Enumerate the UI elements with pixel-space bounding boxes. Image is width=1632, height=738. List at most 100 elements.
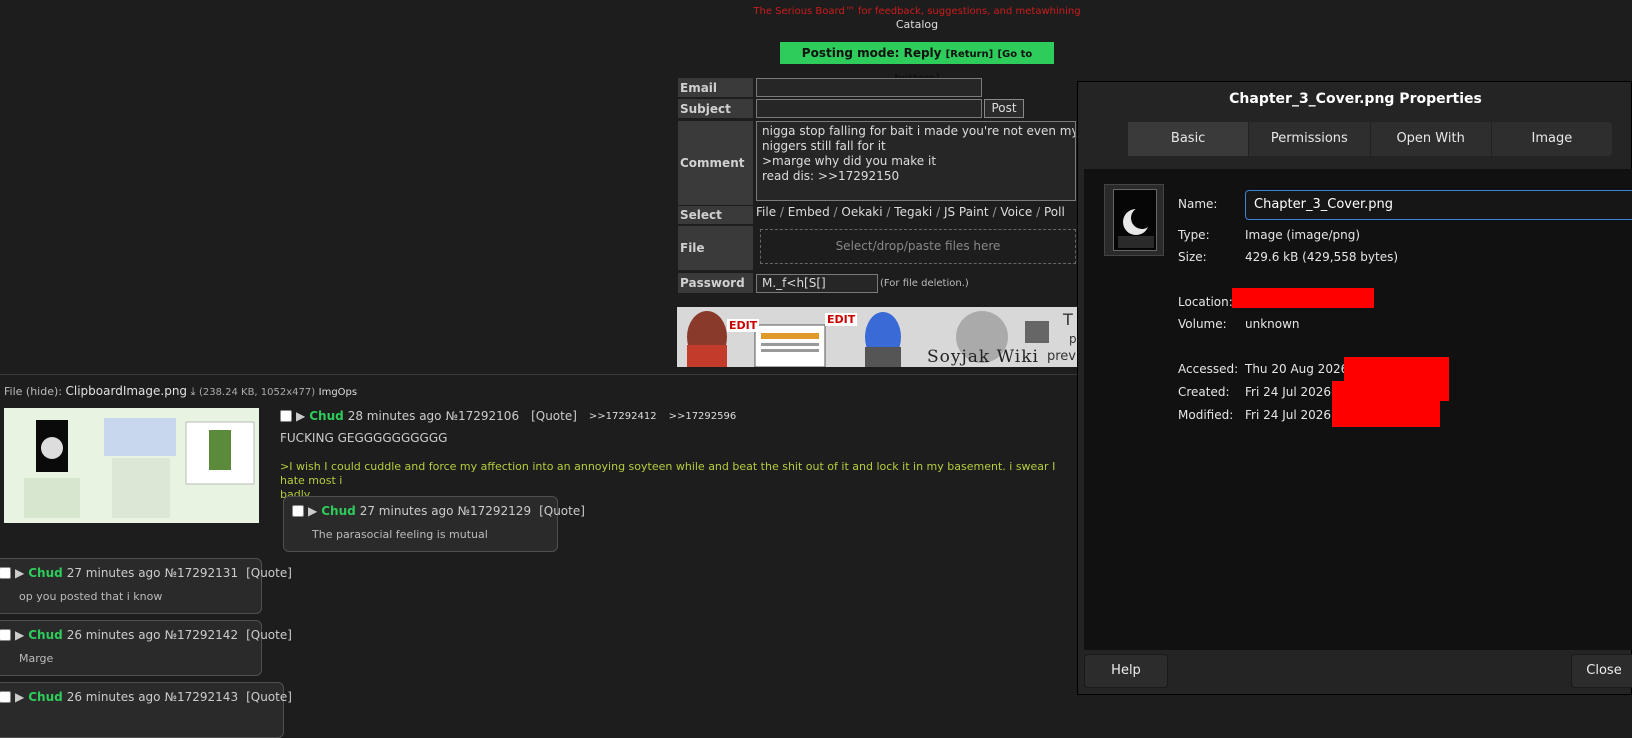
- reply-select-checkbox[interactable]: [0, 629, 11, 641]
- subject-field[interactable]: [756, 99, 982, 118]
- banner-side-text-prev: prev: [1047, 349, 1077, 364]
- volume-value: unknown: [1245, 317, 1300, 331]
- select-poll[interactable]: Poll: [1044, 205, 1065, 219]
- tab-open-with[interactable]: Open With: [1371, 122, 1492, 156]
- tab-permissions[interactable]: Permissions: [1249, 122, 1371, 156]
- download-icon[interactable]: ⤓: [191, 385, 196, 398]
- select-oekaki[interactable]: Oekaki: [841, 205, 882, 219]
- op-post-number[interactable]: №17292106: [446, 409, 520, 423]
- file-prefix: File: [4, 385, 23, 398]
- banner-side-text-p: p: [1069, 332, 1077, 346]
- password-field[interactable]: M._f<h[S[]: [756, 274, 878, 293]
- reply-select-checkbox[interactable]: [0, 567, 11, 579]
- reply-post-number[interactable]: №17292142: [165, 628, 239, 642]
- reply-body: Marge: [19, 652, 54, 665]
- banner-edit-sign-2: EDIT: [825, 313, 858, 326]
- reply-select-checkbox[interactable]: [292, 505, 304, 517]
- reply-post: ▶ Chud 27 minutes ago №17292131 [Quote] …: [0, 558, 292, 614]
- op-post-header: ▶ Chud 28 minutes ago №17292106 [Quote] …: [280, 409, 736, 423]
- imgops-link[interactable]: ImgOps: [319, 387, 357, 398]
- file-preview-icon: [1104, 184, 1164, 256]
- op-select-checkbox[interactable]: [280, 410, 292, 422]
- dialog-title: Chapter_3_Cover.png Properties: [1229, 91, 1482, 107]
- size-label: Size:: [1178, 250, 1207, 264]
- file-name-link[interactable]: ClipboardImage.png: [66, 384, 188, 398]
- select-file[interactable]: File: [756, 205, 776, 219]
- posting-mode-bar: Posting mode: Reply [Return] [Go to bott…: [780, 42, 1054, 84]
- accessed-time-redaction: [1344, 357, 1449, 383]
- reply-poster-name: Chud: [28, 628, 63, 642]
- op-post-time: 28 minutes ago: [347, 409, 442, 423]
- subject-label: Subject: [678, 99, 753, 118]
- tab-image[interactable]: Image: [1492, 122, 1612, 156]
- select-label: Select: [678, 206, 753, 224]
- select-jspaint[interactable]: JS Paint: [944, 205, 989, 219]
- op-expand-arrow-icon[interactable]: ▶: [296, 409, 305, 423]
- file-dropzone[interactable]: Select/drop/paste files here: [760, 229, 1076, 264]
- reply-poster-name: Chud: [321, 504, 356, 518]
- created-value: Fri 24 Jul 2026: [1245, 385, 1332, 399]
- type-value: Image (image/png): [1245, 228, 1361, 242]
- op-poster-name: Chud: [309, 409, 344, 423]
- soyjak-wiki-banner[interactable]: EDIT EDIT Soyjak Wiki T p prev: [677, 307, 1077, 367]
- reply-expand-arrow-icon[interactable]: ▶: [15, 566, 24, 580]
- reply-body: op you posted that i know: [19, 590, 163, 603]
- banner-edit-sign-1: EDIT: [727, 319, 760, 332]
- tab-basic[interactable]: Basic: [1128, 122, 1250, 156]
- select-tegaki[interactable]: Tegaki: [894, 205, 932, 219]
- reply-expand-arrow-icon[interactable]: ▶: [308, 504, 317, 518]
- reply-quote-link[interactable]: [Quote]: [246, 628, 292, 642]
- help-button[interactable]: Help: [1084, 654, 1168, 688]
- reply-expand-arrow-icon[interactable]: ▶: [15, 628, 24, 642]
- reply-post-time: 26 minutes ago: [66, 690, 161, 704]
- file-name-input[interactable]: Chapter_3_Cover.png: [1245, 190, 1632, 220]
- reply-quote-link[interactable]: [Quote]: [246, 566, 292, 580]
- size-value: 429.6 kB (429,558 bytes): [1245, 250, 1399, 264]
- return-link[interactable]: [Return]: [946, 49, 994, 60]
- modified-label: Modified:: [1178, 408, 1234, 422]
- type-label: Type:: [1178, 228, 1210, 242]
- reply-post-number[interactable]: №17292143: [165, 690, 239, 704]
- reply-header: ▶ Chud 26 minutes ago №17292143 [Quote]: [0, 690, 292, 704]
- reply-post-time: 26 minutes ago: [66, 628, 161, 642]
- accessed-value: Thu 20 Aug 2026: [1245, 362, 1349, 376]
- select-embed[interactable]: Embed: [788, 205, 830, 219]
- comment-label: Comment: [678, 121, 753, 205]
- cover-thumbnail: [1113, 189, 1157, 251]
- reply-post-number[interactable]: №17292131: [165, 566, 239, 580]
- reply-post: ▶ Chud 27 minutes ago №17292129 [Quote] …: [283, 496, 585, 552]
- reply-post: ▶ Chud 26 minutes ago №17292142 [Quote] …: [0, 620, 292, 676]
- op-quote-link[interactable]: [Quote]: [531, 409, 577, 423]
- op-backlink-2[interactable]: >>17292596: [669, 411, 737, 422]
- post-button[interactable]: Post: [984, 99, 1024, 118]
- op-backlink-1[interactable]: >>17292412: [589, 411, 657, 422]
- modified-value: Fri 24 Jul 2026: [1245, 408, 1332, 422]
- thread-divider: [0, 374, 1080, 375]
- op-post-text-line-1: FUCKING GEGGGGGGGGGG: [280, 431, 448, 445]
- banner-side-text-t: T: [1063, 310, 1073, 329]
- reply-post-time: 27 minutes ago: [359, 504, 454, 518]
- reply-post-number[interactable]: №17292129: [458, 504, 532, 518]
- location-redaction: [1232, 288, 1374, 308]
- reply-quote-link[interactable]: [Quote]: [539, 504, 585, 518]
- reply-select-checkbox[interactable]: [0, 691, 11, 703]
- comment-textarea[interactable]: nigga stop falling for bait i made you'r…: [756, 121, 1076, 201]
- reply-post-time: 27 minutes ago: [66, 566, 161, 580]
- reply-expand-arrow-icon[interactable]: ▶: [15, 690, 24, 704]
- attachment-type-selector: File / Embed / Oekaki / Tegaki / JS Pain…: [756, 205, 1065, 219]
- dialog-basic-panel: Name: Chapter_3_Cover.png Type: Image (i…: [1084, 169, 1632, 650]
- created-label: Created:: [1178, 385, 1230, 399]
- reply-header: ▶ Chud 27 minutes ago №17292131 [Quote]: [0, 566, 292, 580]
- location-label: Location:: [1178, 295, 1233, 309]
- catalog-link[interactable]: Catalog: [700, 18, 1134, 31]
- email-label: Email: [678, 78, 753, 97]
- board-subtitle: The Serious Board™ for feedback, suggest…: [753, 6, 1081, 17]
- close-button[interactable]: Close: [1571, 654, 1632, 688]
- op-thumbnail[interactable]: [4, 408, 259, 523]
- reply-quote-link[interactable]: [Quote]: [246, 690, 292, 704]
- select-voice[interactable]: Voice: [1000, 205, 1032, 219]
- reply-poster-name: Chud: [28, 690, 63, 704]
- hide-file-link[interactable]: (hide):: [26, 385, 62, 398]
- email-field[interactable]: [756, 78, 982, 97]
- name-label: Name:: [1178, 197, 1218, 211]
